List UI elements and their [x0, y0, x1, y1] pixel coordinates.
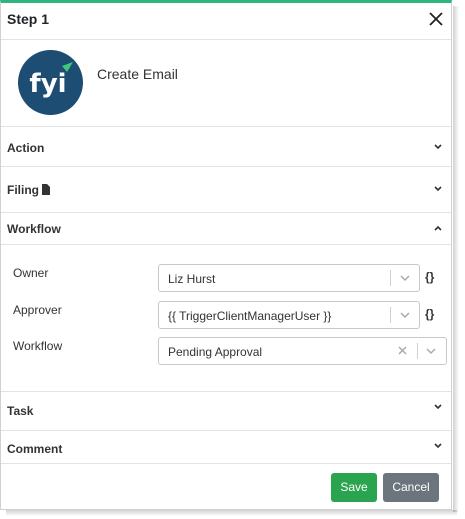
- chevron-down-icon: [434, 443, 442, 449]
- approver-variable-icon[interactable]: {}: [425, 307, 434, 321]
- cancel-button[interactable]: Cancel: [383, 473, 439, 502]
- close-icon[interactable]: [426, 9, 446, 29]
- section-comment[interactable]: Comment: [1, 431, 451, 464]
- chevron-down-icon: [426, 348, 436, 355]
- file-icon: [42, 184, 50, 195]
- owner-variable-icon[interactable]: {}: [425, 270, 434, 284]
- section-filing[interactable]: Filing: [1, 175, 451, 213]
- owner-value: Liz Hurst: [168, 272, 216, 286]
- section-comment-label: Comment: [7, 442, 63, 456]
- select-separator: [390, 270, 391, 286]
- dialog-shadow-bottom: [6, 510, 457, 516]
- dialog-title: Step 1: [7, 11, 50, 27]
- logo-text: fyi: [29, 69, 66, 99]
- dialog-header: Step 1: [1, 3, 451, 40]
- owner-label: Owner: [13, 266, 49, 280]
- workflow-label: Workflow: [13, 339, 63, 353]
- fyi-logo-icon: fyi: [18, 50, 83, 115]
- chevron-down-icon: [400, 275, 410, 282]
- dialog-footer: Save Cancel: [1, 464, 451, 510]
- approver-label: Approver: [13, 303, 62, 317]
- select-separator: [417, 343, 418, 359]
- section-task-label: Task: [7, 404, 34, 418]
- step-dialog: Step 1 fyi Create Email Action Filing Wo…: [0, 0, 452, 510]
- template-name: Create Email: [97, 66, 178, 82]
- chevron-down-icon: [434, 404, 442, 410]
- workflow-value: Pending Approval: [168, 345, 263, 359]
- select-separator: [390, 307, 391, 323]
- chevron-up-icon: [434, 225, 442, 231]
- dialog-shadow-right: [453, 6, 459, 512]
- clear-icon[interactable]: [397, 345, 408, 356]
- chevron-down-icon: [434, 144, 442, 150]
- section-action-label: Action: [7, 141, 45, 155]
- section-filing-label: Filing: [7, 183, 39, 197]
- workflow-select[interactable]: Pending Approval: [158, 337, 447, 365]
- approver-value: {{ TriggerClientManagerUser }}: [168, 309, 332, 323]
- section-workflow[interactable]: Workflow: [1, 213, 451, 245]
- save-button[interactable]: Save: [331, 473, 377, 502]
- workflow-body: Owner Liz Hurst {} Approver {{ TriggerCl…: [1, 245, 451, 392]
- chevron-down-icon: [434, 186, 442, 192]
- section-action[interactable]: Action: [1, 127, 451, 167]
- chevron-down-icon: [400, 312, 410, 319]
- section-workflow-label: Workflow: [7, 222, 61, 236]
- section-task[interactable]: Task: [1, 392, 451, 431]
- template-header: fyi Create Email: [1, 40, 451, 127]
- owner-select[interactable]: Liz Hurst: [158, 264, 420, 292]
- approver-select[interactable]: {{ TriggerClientManagerUser }}: [158, 301, 420, 329]
